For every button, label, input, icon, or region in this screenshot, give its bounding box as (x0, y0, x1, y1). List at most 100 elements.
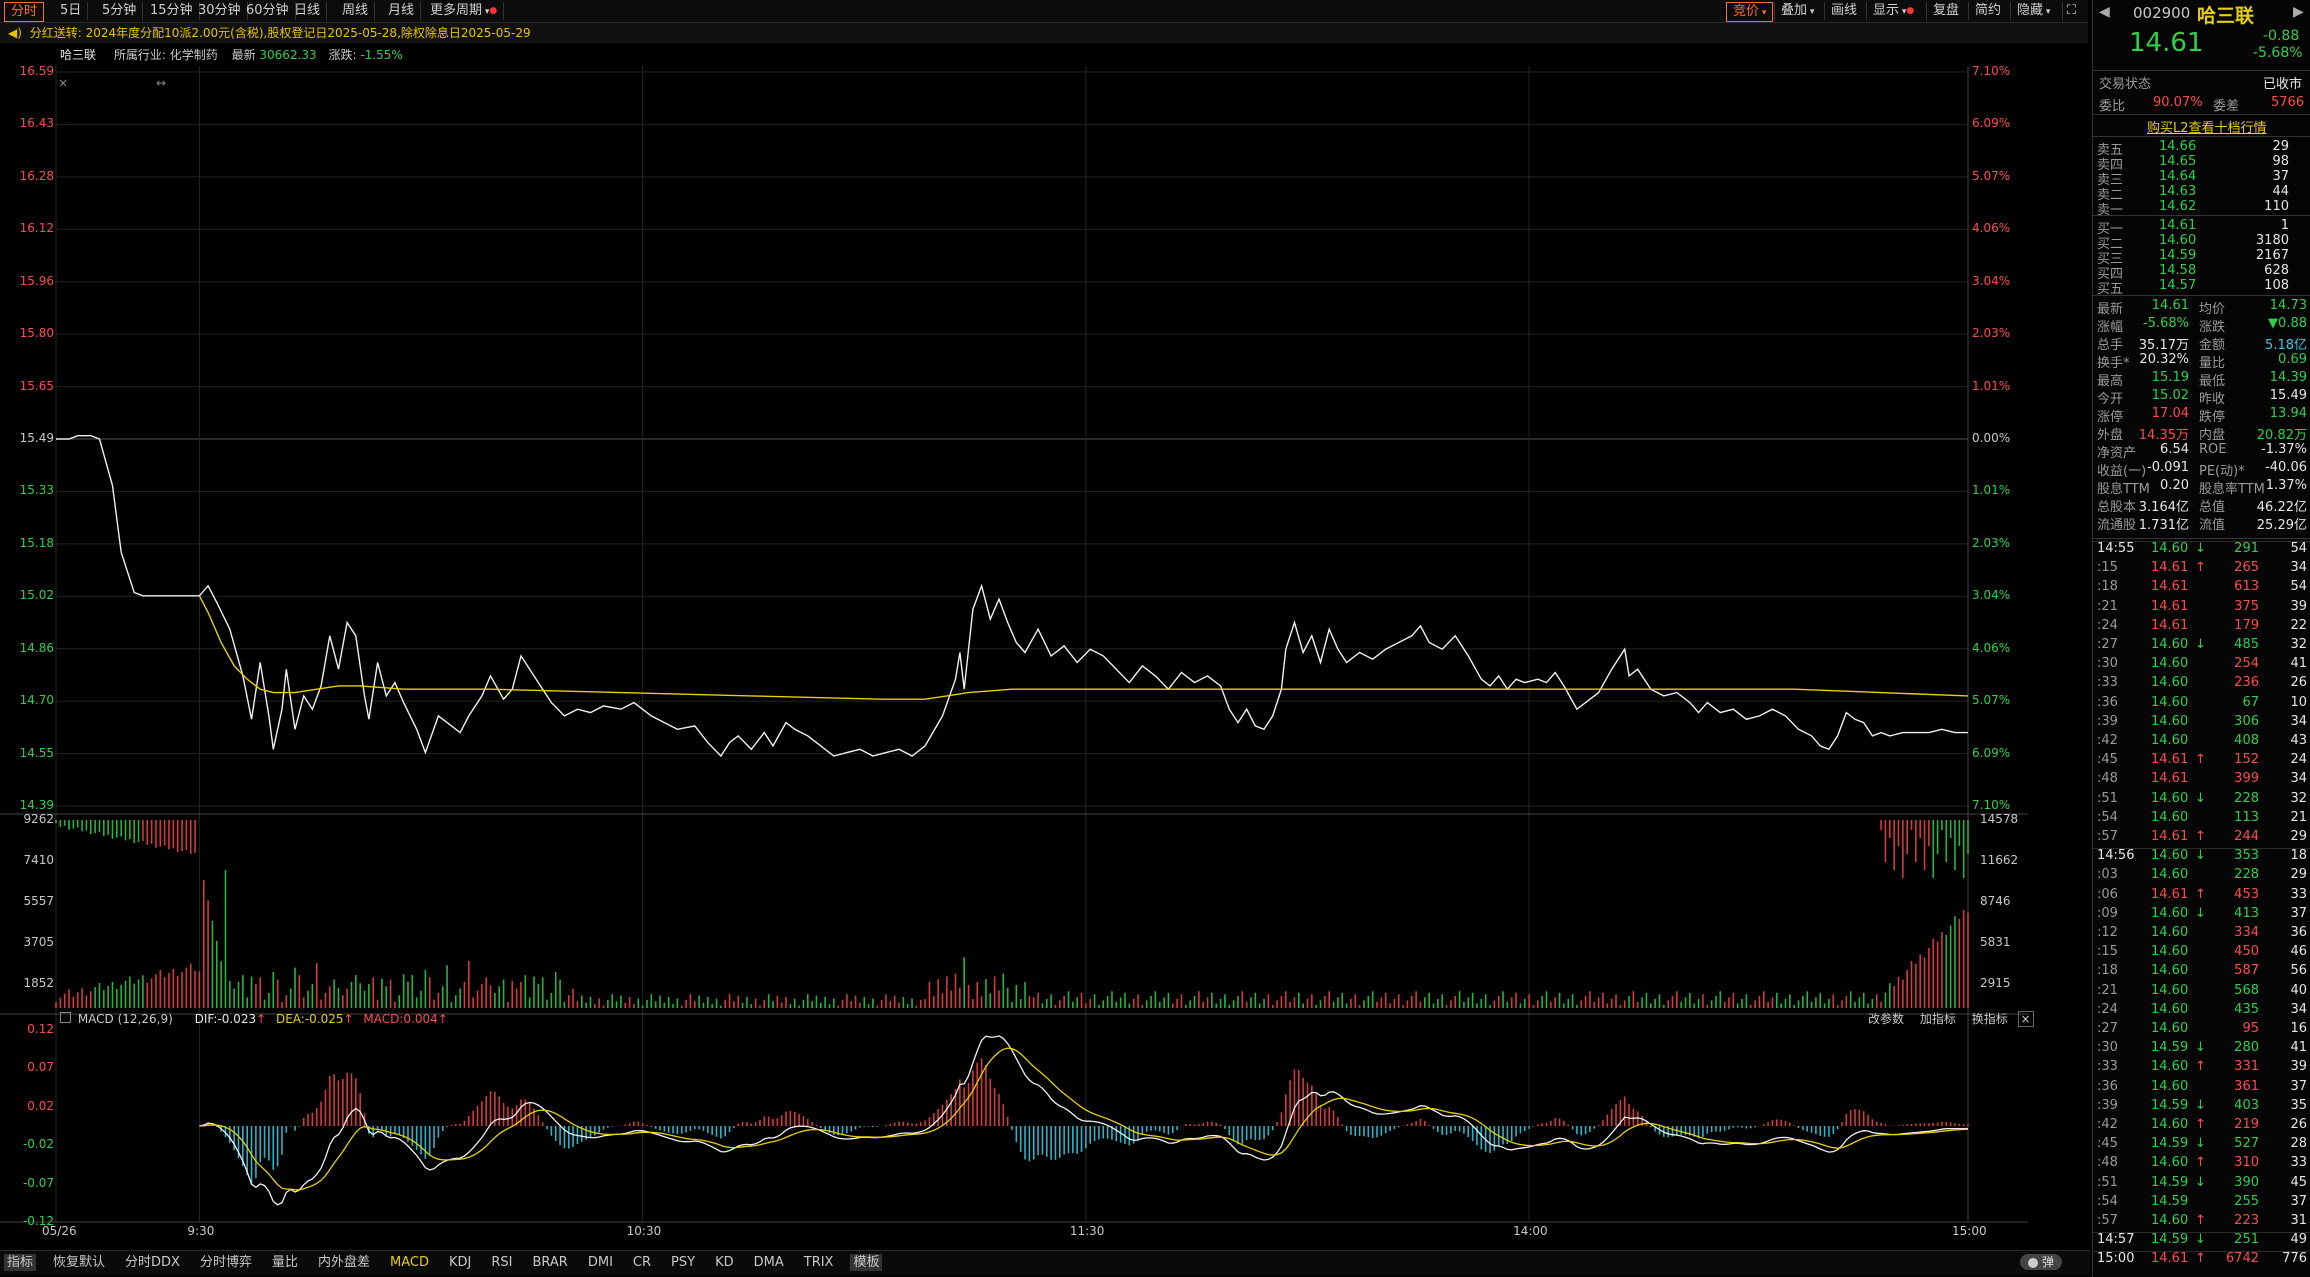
stat-label: 流通股 (2097, 518, 2137, 533)
tab-hide[interactable]: 隐藏 ▾ (2010, 2, 2056, 20)
up-arrow-icon: ↑ (2195, 1213, 2206, 1228)
pct-tick: 1.01% (1972, 483, 2011, 498)
indicator-tab-0[interactable]: 指标 (4, 1254, 37, 1271)
volume-tick: 2915 (1980, 976, 2011, 990)
period-toolbar: 分时 5日 5分钟 15分钟 30分钟 60分钟 日线 周线 月线 更多周期 ▾… (0, 0, 2088, 23)
tick-volume: 331 (2234, 1059, 2259, 1075)
indicator-tab-12[interactable]: PSY (668, 1254, 698, 1271)
stat-value: 15.02 (2151, 388, 2189, 403)
tick-time: :39 (2097, 1097, 2118, 1113)
tick-time: :21 (2097, 982, 2118, 998)
indicator-tab-5[interactable]: 内外盘差 (315, 1254, 373, 1271)
prev-stock-icon[interactable]: ◀ (2099, 4, 2110, 20)
up-arrow-icon: ↑ (2195, 1117, 2206, 1132)
dif-line (199, 1035, 1969, 1206)
indicator-tab-1[interactable]: 恢复默认 (50, 1254, 108, 1271)
price-change: -0.88 (2263, 28, 2300, 44)
tab-daily[interactable]: 日线 (288, 2, 328, 20)
notice-text[interactable]: 2024年度分配10派2.00元(含税),股权登记日2025-05-28,除权除… (86, 26, 531, 40)
tab-draw-line[interactable]: 画线 (1824, 2, 1863, 20)
tab-replay[interactable]: 复盘 (1926, 2, 1965, 20)
tick-volume: 251 (2234, 1232, 2259, 1248)
macd-params[interactable]: MACD (12,26,9) (78, 1012, 173, 1026)
indicator-tab-15[interactable]: TRIX (801, 1254, 837, 1271)
stock-name-title: 哈三联 (2197, 5, 2255, 27)
switch-indicator-button[interactable]: 换指标 (1972, 1012, 2008, 1026)
tab-timeshare[interactable]: 分时 (4, 2, 45, 22)
bid-price: 14.60 (2159, 233, 2197, 248)
stat-label: 量比 (2199, 356, 2226, 371)
ask-volume: 44 (2272, 184, 2289, 199)
price-tick: 16.59 (19, 64, 54, 78)
pct-tick: 0.00% (1972, 431, 2011, 445)
indicator-tab-10[interactable]: DMI (585, 1254, 616, 1271)
tick-row (2093, 733, 2310, 752)
change-params-button[interactable]: 改参数 (1868, 1012, 1904, 1026)
indicator-tab-4[interactable]: 量比 (269, 1254, 301, 1271)
stat-label: 涨幅 (2097, 320, 2124, 335)
tab-weekly[interactable]: 周线 (336, 2, 376, 20)
tab-simple[interactable]: 简约 (1968, 2, 2007, 20)
tick-row (2093, 675, 2310, 694)
tick-count: 39 (2290, 1059, 2307, 1075)
close-icon[interactable]: × (2017, 1011, 2034, 1027)
close-overlay-icon[interactable]: × (58, 76, 68, 90)
tick-price: 14.61 (2151, 598, 2189, 614)
tab-monthly[interactable]: 月线 (382, 2, 422, 20)
tick-price: 14.61 (2151, 579, 2189, 595)
indicator-tab-13[interactable]: KD (712, 1254, 737, 1271)
tick-count: 33 (2290, 1155, 2307, 1171)
tick-volume: 334 (2234, 925, 2259, 940)
price-tick: 15.49 (19, 431, 54, 445)
indicator-tab-6[interactable]: MACD (387, 1254, 432, 1271)
tab-5min[interactable]: 5分钟 (96, 2, 144, 20)
tick-count: 26 (2290, 1117, 2307, 1132)
indicator-tab-16[interactable]: 模板 (850, 1254, 883, 1271)
tab-display[interactable]: 显示 ▾● (1866, 2, 1920, 20)
expand-arrows-icon[interactable]: ↔ (156, 76, 166, 90)
tab-more-periods[interactable]: 更多周期 ▾● (424, 2, 505, 20)
tick-time: :15 (2097, 560, 2118, 576)
intraday-chart[interactable] (0, 66, 2090, 1252)
next-stock-icon[interactable]: ▶ (2293, 4, 2304, 20)
change-label: 涨跌: (328, 48, 357, 62)
indicator-tab-9[interactable]: BRAR (529, 1254, 570, 1271)
tab-overlay[interactable]: 叠加 ▾ (1774, 2, 1820, 20)
add-indicator-button[interactable]: 加指标 (1920, 1012, 1956, 1026)
indicator-tab-2[interactable]: 分时DDX (122, 1254, 183, 1271)
ask-price: 14.64 (2159, 169, 2197, 184)
tab-auction[interactable]: 竞价 ▾ (1726, 2, 1774, 22)
fullscreen-icon[interactable]: ⛶ (2062, 2, 2080, 20)
indicator-tab-3[interactable]: 分时博弈 (197, 1254, 255, 1271)
price-tick: 15.33 (19, 483, 54, 498)
down-arrow-icon: ↓ (2195, 637, 2206, 652)
tick-volume: 353 (2234, 848, 2259, 864)
volume-tick: 1852 (23, 976, 54, 990)
l2-purchase-link[interactable]: 购买L2查看十档行情 (2147, 117, 2267, 136)
tick-count: 41 (2290, 656, 2307, 672)
tick-count: 40 (2290, 982, 2307, 998)
macd-tick: -0.07 (22, 1175, 54, 1190)
pct-tick: 5.07% (1972, 693, 2011, 708)
industry-value[interactable]: 化学制药 (170, 48, 218, 62)
tab-5day[interactable]: 5日 (54, 2, 89, 20)
stat-label: 换手* (2097, 356, 2130, 371)
tick-time: :21 (2097, 598, 2118, 614)
price-tick: 15.18 (19, 535, 54, 550)
indicator-tab-14[interactable]: DMA (751, 1254, 787, 1271)
tick-count: 18 (2290, 848, 2307, 864)
popup-toggle[interactable]: 弹 (2019, 1254, 2062, 1270)
tick-price: 14.60 (2151, 1155, 2189, 1171)
indicator-tab-11[interactable]: CR (630, 1254, 654, 1271)
macd-square-icon[interactable] (60, 1012, 71, 1023)
indicator-tab-7[interactable]: KDJ (446, 1254, 474, 1271)
tick-price: 14.60 (2151, 963, 2189, 979)
volume-tick: 9262 (23, 812, 54, 826)
tick-count: 54 (2290, 579, 2307, 595)
tick-price: 14.61 (2151, 560, 2189, 576)
indicator-tab-8[interactable]: RSI (488, 1254, 515, 1271)
tick-volume: 390 (2234, 1174, 2259, 1190)
up-arrow-icon: ↑ (2195, 752, 2206, 768)
tick-price: 14.60 (2151, 1078, 2189, 1094)
chart-grid (0, 66, 2028, 1223)
